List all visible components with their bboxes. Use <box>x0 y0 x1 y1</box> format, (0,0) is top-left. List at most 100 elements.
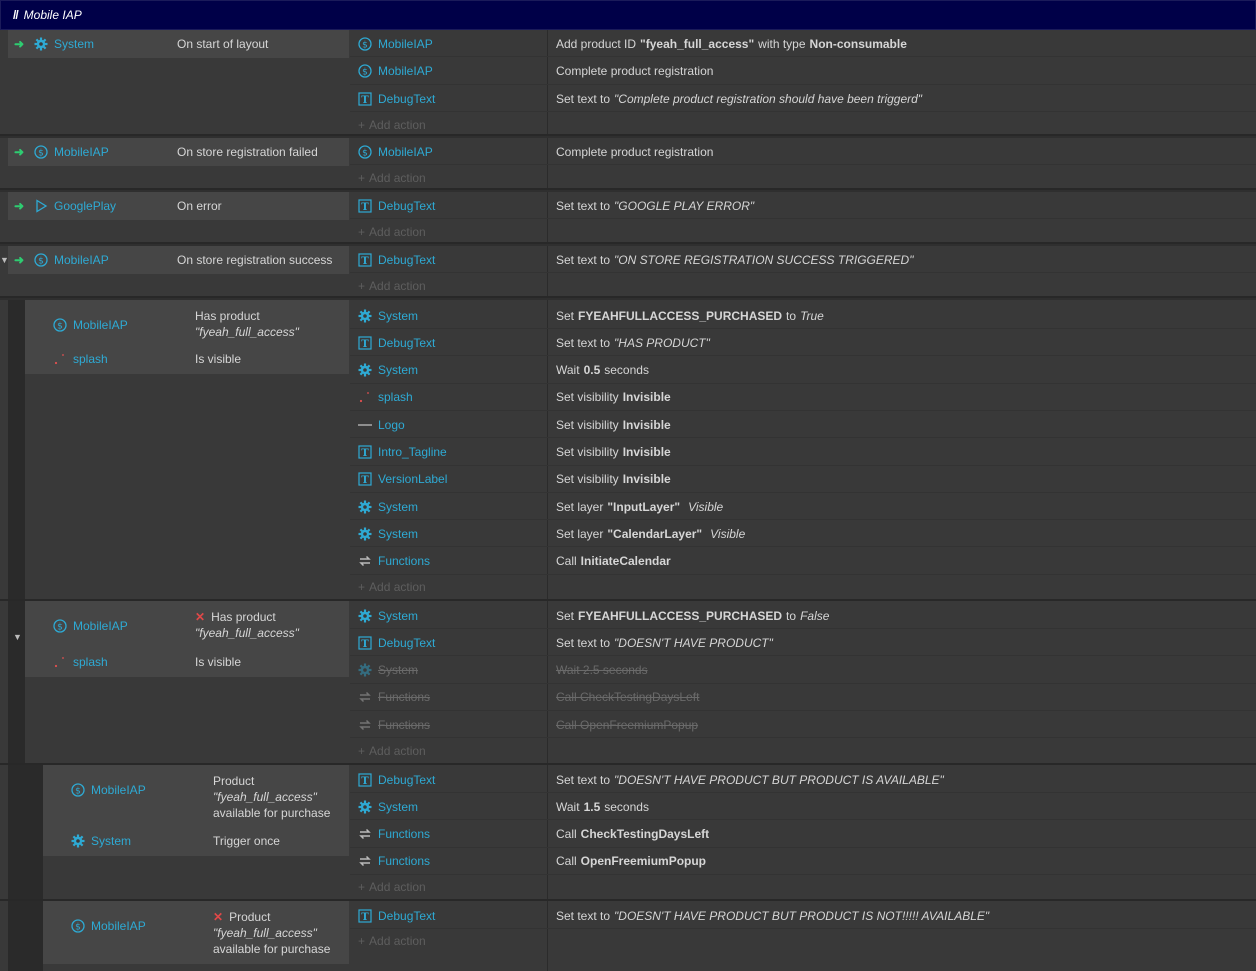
collapse-arrow-icon[interactable]: ▼ <box>0 255 9 265</box>
action-object[interactable]: Functions <box>358 821 430 848</box>
condition-object[interactable]: $ MobileIAP <box>34 246 109 274</box>
action-object[interactable]: Functions <box>358 684 430 711</box>
condition-object[interactable]: $ MobileIAP <box>71 913 146 939</box>
action-row[interactable] <box>350 192 1256 219</box>
action-object[interactable]: T DebugText <box>358 766 435 793</box>
action-text[interactable]: Set text to "DOESN'T HAVE PRODUCT BUT PRO… <box>556 902 989 929</box>
action-object[interactable]: Functions <box>358 711 430 738</box>
action-object[interactable]: $ MobileIAP <box>358 58 433 85</box>
condition-text[interactable]: On error <box>177 198 222 214</box>
action-row[interactable] <box>350 629 1256 657</box>
action-text[interactable]: Complete product registration <box>556 138 713 165</box>
action-text[interactable]: Set layer "InputLayer" Visible <box>556 493 723 520</box>
add-action-button[interactable]: + Add action <box>358 738 426 764</box>
action-text[interactable]: Set text to "HAS PRODUCT" <box>556 329 710 356</box>
condition-text[interactable]: Is visible <box>195 351 241 367</box>
action-text[interactable]: Call CheckTestingDaysLeft <box>556 821 713 848</box>
condition-text[interactable]: ✕ Has product "fyeah_full_access" <box>195 609 299 641</box>
action-object[interactable]: System <box>358 602 418 629</box>
condition-object[interactable]: $ MobileIAP <box>53 312 128 338</box>
action-text[interactable]: Set text to "DOESN'T HAVE PRODUCT" <box>556 629 773 656</box>
action-object[interactable]: T DebugText <box>358 192 435 219</box>
action-text[interactable]: Call InitiateCalendar <box>556 548 675 575</box>
action-object[interactable]: T DebugText <box>358 629 435 656</box>
add-action-button[interactable]: + Add action <box>358 574 426 600</box>
action-row[interactable] <box>350 793 1256 821</box>
condition-object[interactable]: $ MobileIAP <box>53 613 128 639</box>
action-row[interactable] <box>350 357 1256 384</box>
condition-text[interactable]: Product "fyeah_full_access" available for … <box>213 773 330 821</box>
action-row[interactable] <box>350 548 1256 575</box>
action-row[interactable] <box>350 520 1256 548</box>
action-row[interactable] <box>350 411 1256 439</box>
action-object[interactable]: $ MobileIAP <box>358 138 433 165</box>
action-object[interactable]: Functions <box>358 548 430 575</box>
condition-object[interactable]: splash <box>53 346 108 372</box>
condition-object[interactable]: $ MobileIAP <box>34 138 109 166</box>
action-object[interactable]: Logo <box>358 411 405 438</box>
collapse-arrow-icon[interactable]: ▼ <box>13 632 22 642</box>
condition-text[interactable]: On store registration success <box>177 252 332 268</box>
action-object[interactable]: System <box>358 793 418 820</box>
action-object[interactable]: T DebugText <box>358 902 435 929</box>
action-text[interactable]: Wait 0.5 seconds <box>556 357 649 384</box>
action-text[interactable]: Set text to "ON STORE REGISTRATION SUCCES… <box>556 246 913 273</box>
action-text[interactable]: Wait 2.5 seconds <box>556 657 648 684</box>
add-action-button[interactable]: + Add action <box>358 928 426 954</box>
action-object[interactable]: System <box>358 357 418 384</box>
action-row[interactable] <box>350 439 1256 466</box>
action-row[interactable] <box>350 657 1256 684</box>
condition-text[interactable]: On start of layout <box>177 36 268 52</box>
action-text[interactable]: Set text to "Complete product registratio… <box>556 85 922 112</box>
condition-object[interactable]: splash <box>53 649 108 675</box>
action-object[interactable]: splash <box>358 384 413 411</box>
action-object[interactable]: $ MobileIAP <box>358 30 433 57</box>
action-text[interactable]: Wait 1.5 seconds <box>556 793 649 820</box>
condition-text[interactable]: ✕ Product "fyeah_full_access" available for… <box>213 909 330 957</box>
action-row[interactable] <box>350 711 1256 739</box>
action-row[interactable] <box>350 466 1256 493</box>
action-text[interactable]: Set FYEAHFULLACCESS_PURCHASED to False <box>556 602 829 629</box>
condition-text[interactable]: Has product "fyeah_full_access" <box>195 308 299 340</box>
action-text[interactable]: Set visibility Invisible <box>556 384 675 411</box>
add-action-button[interactable]: + Add action <box>358 874 426 900</box>
action-row[interactable] <box>350 329 1256 357</box>
action-text[interactable]: Set text to "GOOGLE PLAY ERROR" <box>556 192 754 219</box>
action-row[interactable] <box>350 58 1256 85</box>
condition-object[interactable]: System <box>34 30 94 58</box>
action-object[interactable]: T Intro_Tagline <box>358 439 447 466</box>
action-text[interactable]: Call CheckTestingDaysLeft <box>556 684 699 711</box>
action-object[interactable]: T DebugText <box>358 329 435 356</box>
action-text[interactable]: Call OpenFreemiumPopup <box>556 711 698 738</box>
condition-object[interactable]: System <box>71 828 131 854</box>
condition-text[interactable]: Is visible <box>195 654 241 670</box>
event-group-header[interactable]: // Mobile IAP <box>0 0 1256 30</box>
action-object[interactable]: T DebugText <box>358 246 435 273</box>
action-object[interactable]: System <box>358 493 418 520</box>
action-text[interactable]: Set visibility Invisible <box>556 466 675 493</box>
action-object[interactable]: Functions <box>358 848 430 875</box>
action-object[interactable]: T DebugText <box>358 85 435 112</box>
action-text[interactable]: Set FYEAHFULLACCESS_PURCHASED to True <box>556 302 824 329</box>
action-text[interactable]: Set layer "CalendarLayer" Visible <box>556 520 745 547</box>
condition-text[interactable]: On store registration failed <box>177 144 318 160</box>
action-row[interactable] <box>350 684 1256 711</box>
action-row[interactable] <box>350 384 1256 411</box>
action-row[interactable] <box>350 848 1256 875</box>
condition-object[interactable]: $ MobileIAP <box>71 777 146 803</box>
action-object[interactable]: System <box>358 657 418 684</box>
action-object[interactable]: T VersionLabel <box>358 466 447 493</box>
action-text[interactable]: Call OpenFreemiumPopup <box>556 848 710 875</box>
action-text[interactable]: Add product ID "fyeah_full_access" with ty… <box>556 30 911 57</box>
action-row[interactable] <box>350 138 1256 165</box>
action-object[interactable]: System <box>358 520 418 547</box>
action-row[interactable] <box>350 493 1256 521</box>
action-text[interactable]: Complete product registration <box>556 58 713 85</box>
action-text[interactable]: Set visibility Invisible <box>556 439 675 466</box>
action-text[interactable]: Set text to "DOESN'T HAVE PRODUCT BUT PRO… <box>556 766 944 793</box>
action-object[interactable]: System <box>358 302 418 329</box>
action-text[interactable]: Set visibility Invisible <box>556 411 675 438</box>
action-row[interactable] <box>350 821 1256 848</box>
condition-text[interactable]: Trigger once <box>213 833 280 849</box>
condition-object[interactable]: GooglePlay <box>34 192 116 220</box>
